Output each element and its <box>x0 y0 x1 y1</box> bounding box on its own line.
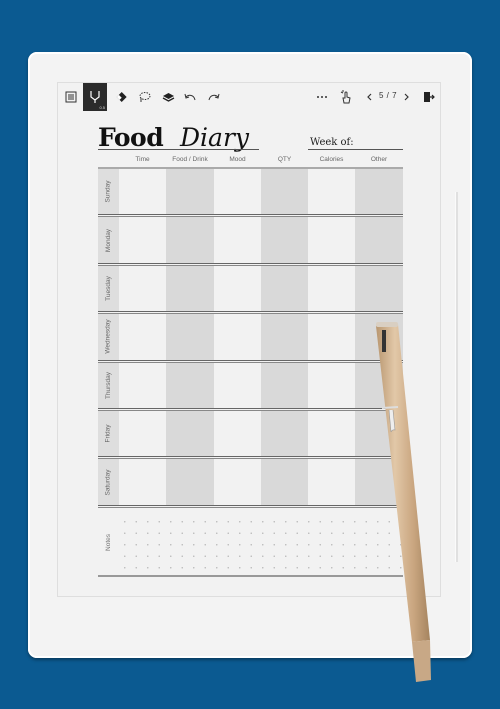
notes-section[interactable]: Notes <box>98 508 403 576</box>
bottom-divider <box>98 575 403 577</box>
table-cell[interactable] <box>166 265 214 312</box>
table-cell[interactable] <box>355 411 403 457</box>
table-cell[interactable] <box>166 217 214 263</box>
table-row: Tuesday <box>98 265 403 312</box>
list-menu-icon[interactable] <box>60 86 82 108</box>
table-cell[interactable] <box>214 459 261 504</box>
layers-icon[interactable] <box>157 86 179 108</box>
day-label: Wednesday <box>98 314 119 359</box>
table-cell[interactable] <box>119 169 166 214</box>
table-cell[interactable] <box>166 362 214 408</box>
week-of-label: Week of: <box>310 137 354 148</box>
notes-label-text: Notes <box>104 533 112 551</box>
table-cell[interactable] <box>166 314 214 360</box>
table-cell[interactable] <box>166 459 214 505</box>
tablet-screen: 0.5 5 / 7 Food Diary Week of: Time Food … <box>57 82 441 597</box>
table-row: Saturday <box>98 459 403 505</box>
table-cell[interactable] <box>214 169 261 214</box>
notes-label: Notes <box>98 508 119 576</box>
table-cell[interactable] <box>214 411 261 456</box>
table-cell[interactable] <box>308 266 355 311</box>
table-cell[interactable] <box>261 314 308 360</box>
table-cell[interactable] <box>214 363 261 408</box>
table-cell[interactable] <box>355 169 403 215</box>
table-cell[interactable] <box>261 265 308 312</box>
table-cell[interactable] <box>355 362 403 408</box>
title-underline <box>98 149 259 150</box>
day-label-text: Tuesday <box>105 276 113 301</box>
lasso-select-icon[interactable] <box>133 86 155 108</box>
title-food: Food <box>98 123 164 152</box>
table-cell[interactable] <box>308 411 355 456</box>
day-label-text: Sunday <box>105 180 113 203</box>
eraser-icon[interactable] <box>110 86 132 108</box>
day-label: Thursday <box>98 363 119 408</box>
redo-icon[interactable] <box>203 86 225 108</box>
table-cell[interactable] <box>214 217 261 262</box>
table-cell[interactable] <box>308 217 355 262</box>
pen-icon <box>90 91 100 103</box>
column-header-qty: QTY <box>277 156 292 163</box>
table-cell[interactable] <box>166 411 214 457</box>
table-cell[interactable] <box>308 363 355 408</box>
more-dots-icon[interactable] <box>311 86 333 108</box>
column-header-mood: Mood <box>229 156 246 163</box>
table-cell[interactable] <box>119 363 166 408</box>
table-cell[interactable] <box>119 314 166 359</box>
table-cell[interactable] <box>261 169 308 215</box>
table-cell[interactable] <box>119 459 166 504</box>
table-cell[interactable] <box>214 314 261 359</box>
undo-icon[interactable] <box>179 86 201 108</box>
day-label: Saturday <box>98 459 119 504</box>
chevron-right-icon[interactable] <box>396 86 418 108</box>
table-cell[interactable] <box>308 169 355 214</box>
table-cell[interactable] <box>261 459 308 505</box>
exit-door-icon[interactable] <box>418 86 440 108</box>
day-label: Sunday <box>98 169 119 214</box>
toolbar: 0.5 5 / 7 <box>58 83 440 111</box>
table-cell[interactable] <box>119 411 166 456</box>
table-cell[interactable] <box>355 459 403 505</box>
day-label-text: Wednesday <box>105 319 112 354</box>
table-row: Monday <box>98 217 403 263</box>
day-label-text: Friday <box>105 424 112 443</box>
table-cell[interactable] <box>119 217 166 262</box>
table-cell[interactable] <box>119 266 166 311</box>
table-cell[interactable] <box>166 169 214 215</box>
day-label-text: Thursday <box>105 371 113 399</box>
table-cell[interactable] <box>355 265 403 312</box>
week-of-line[interactable] <box>308 149 403 150</box>
day-label: Monday <box>98 217 119 262</box>
table-cell[interactable] <box>355 314 403 360</box>
day-label-text: Monday <box>105 228 112 252</box>
chevron-left-icon[interactable] <box>358 86 380 108</box>
title-diary: Diary <box>180 123 250 152</box>
table-cell[interactable] <box>261 217 308 263</box>
table-row: Friday <box>98 411 403 457</box>
day-label: Tuesday <box>98 266 119 311</box>
touch-gesture-icon[interactable] <box>335 86 357 108</box>
pen-tool-button[interactable]: 0.5 <box>83 83 107 111</box>
tablet-edge-highlight <box>455 192 458 562</box>
table-row: Thursday <box>98 362 403 408</box>
page-counter: 5 / 7 <box>379 91 398 100</box>
table-cell[interactable] <box>261 411 308 457</box>
column-header-calories: Calories <box>319 156 344 163</box>
pen-size-label: 0.5 <box>99 105 105 110</box>
table-cell[interactable] <box>308 314 355 359</box>
dot-grid <box>119 516 403 574</box>
day-label: Friday <box>98 411 119 456</box>
table-cell[interactable] <box>214 266 261 311</box>
table-row: Sunday <box>98 169 403 215</box>
table-cell[interactable] <box>308 459 355 504</box>
column-header-time: Time <box>135 156 150 163</box>
table-row: Wednesday <box>98 314 403 360</box>
column-header-other: Other <box>370 156 388 163</box>
column-header-food-drink: Food / Drink <box>172 156 208 163</box>
table-cell[interactable] <box>355 217 403 263</box>
day-label-text: Saturday <box>105 469 112 496</box>
table-cell[interactable] <box>261 362 308 408</box>
